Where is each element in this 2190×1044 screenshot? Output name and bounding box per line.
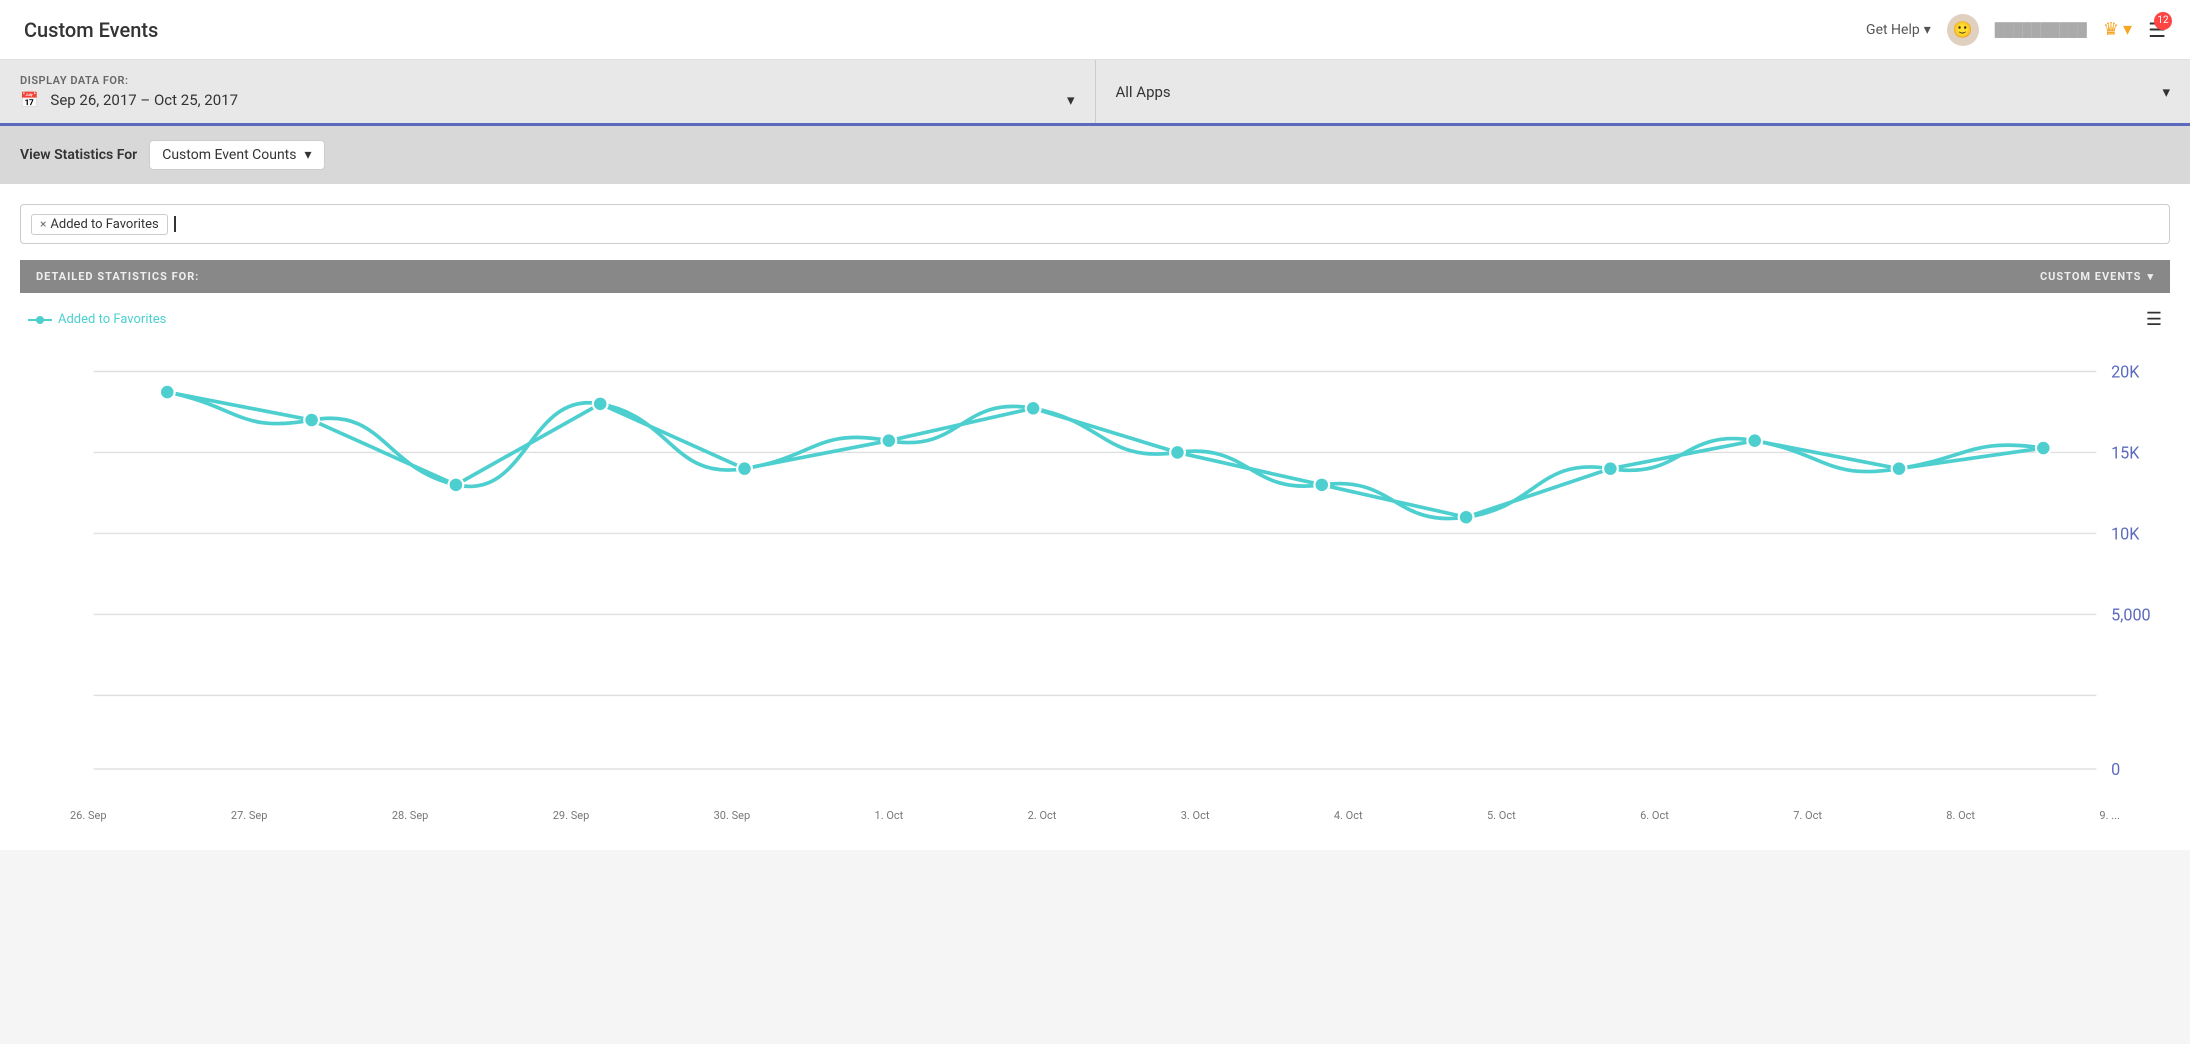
chart-legend: Added to Favorites ☰	[20, 309, 2170, 330]
x-label-12: 8. Oct	[1946, 809, 1975, 822]
calendar-icon: 📅	[20, 91, 39, 109]
chart-menu-icon[interactable]: ☰	[2146, 309, 2162, 330]
app-chevron-icon: ▾	[2162, 83, 2170, 101]
page-title: Custom Events	[24, 18, 158, 42]
x-label-5: 1. Oct	[875, 809, 904, 822]
app-header: Custom Events Get Help ▾ 🙂 ██████████ ♛ …	[0, 0, 2190, 60]
cursor	[174, 216, 176, 232]
stats-chevron-icon: ▾	[304, 147, 311, 163]
x-axis-labels: 26. Sep 27. Sep 28. Sep 29. Sep 30. Sep …	[20, 803, 2170, 822]
custom-events-label: CUSTOM EVENTS	[2040, 270, 2142, 283]
chart-svg-container: 20K 15K 10K 5,000 0	[20, 342, 2170, 803]
x-label-10: 6. Oct	[1640, 809, 1669, 822]
detailed-stats-label: DETAILED STATISTICS FOR:	[36, 270, 199, 283]
svg-text:0: 0	[2111, 760, 2120, 779]
tag-remove-button[interactable]: ×	[40, 217, 46, 231]
x-label-2: 28. Sep	[392, 809, 429, 822]
stats-bar: View Statistics For Custom Event Counts …	[0, 126, 2190, 184]
date-range-text: Sep 26, 2017 – Oct 25, 2017	[50, 91, 238, 109]
chevron-down-icon: ▾	[1924, 22, 1931, 38]
x-label-3: 29. Sep	[553, 809, 590, 822]
event-search-input[interactable]: × Added to Favorites	[20, 204, 2170, 244]
date-range-value[interactable]: 📅 Sep 26, 2017 – Oct 25, 2017 ▾	[20, 91, 1075, 109]
crown-icon: ♛	[2103, 19, 2119, 40]
avatar[interactable]: 🙂	[1947, 14, 1979, 46]
display-label: DISPLAY DATA FOR:	[20, 74, 1075, 87]
notification-count: 12	[2154, 12, 2172, 30]
x-label-4: 30. Sep	[714, 809, 751, 822]
legend-item: Added to Favorites	[28, 312, 166, 327]
date-chevron-icon: ▾	[1067, 91, 1075, 109]
tag-label: Added to Favorites	[50, 217, 158, 232]
svg-text:5,000: 5,000	[2111, 605, 2151, 624]
svg-text:15K: 15K	[2111, 443, 2140, 462]
header-actions: Get Help ▾ 🙂 ██████████ ♛ ▾ ☰ 12	[1866, 14, 2166, 46]
date-filter[interactable]: DISPLAY DATA FOR: 📅 Sep 26, 2017 – Oct 2…	[0, 60, 1096, 123]
main-content: × Added to Favorites DETAILED STATISTICS…	[0, 184, 2190, 850]
custom-events-dropdown[interactable]: CUSTOM EVENTS ▾	[2040, 270, 2154, 283]
x-label-0: 26. Sep	[70, 809, 107, 822]
username-label: ██████████	[1995, 22, 2087, 38]
x-label-6: 2. Oct	[1028, 809, 1057, 822]
x-label-13: 9. ...	[2099, 809, 2120, 822]
x-label-8: 4. Oct	[1334, 809, 1363, 822]
stats-dropdown[interactable]: Custom Event Counts ▾	[149, 140, 324, 170]
detailed-stats-bar: DETAILED STATISTICS FOR: CUSTOM EVENTS ▾	[20, 260, 2170, 293]
get-help-button[interactable]: Get Help ▾	[1866, 22, 1931, 38]
legend-line-icon	[28, 319, 52, 321]
event-tag: × Added to Favorites	[31, 214, 168, 235]
crown-chevron-icon: ▾	[2123, 19, 2132, 40]
x-label-1: 27. Sep	[231, 809, 268, 822]
svg-text:10K: 10K	[2111, 524, 2140, 543]
x-label-9: 5. Oct	[1487, 809, 1516, 822]
get-help-label: Get Help	[1866, 22, 1920, 38]
notification-button[interactable]: ☰ 12	[2148, 18, 2166, 42]
chart-area: Added to Favorites ☰ 20K 15K 10K 5,000 0	[20, 293, 2170, 830]
view-stats-label: View Statistics For	[20, 147, 137, 163]
svg-text:20K: 20K	[2111, 362, 2140, 381]
x-label-7: 3. Oct	[1181, 809, 1210, 822]
app-filter-value: All Apps	[1116, 83, 1171, 101]
x-label-11: 7. Oct	[1793, 809, 1822, 822]
legend-label: Added to Favorites	[58, 312, 166, 327]
custom-events-chevron-icon: ▾	[2147, 270, 2154, 283]
stats-dropdown-value: Custom Event Counts	[162, 147, 296, 163]
crown-badge[interactable]: ♛ ▾	[2103, 19, 2132, 40]
app-filter[interactable]: All Apps ▾	[1096, 60, 2190, 123]
line-chart: 20K 15K 10K 5,000 0	[20, 342, 2170, 799]
filter-bar: DISPLAY DATA FOR: 📅 Sep 26, 2017 – Oct 2…	[0, 60, 2190, 126]
